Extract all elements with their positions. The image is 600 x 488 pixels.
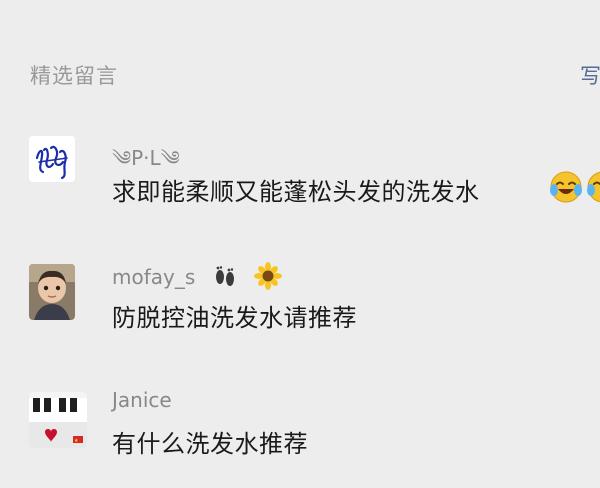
avatar[interactable]: ★ (29, 392, 87, 448)
comment-item: ༄P·L༄ 求即能柔顺又能蓬松头发的洗发水 (0, 130, 600, 220)
comments-header: 精选留言 写 (0, 0, 600, 150)
comment-nickname: Janice (112, 388, 172, 412)
comment-text: 求即能柔顺又能蓬松头发的洗发水 (112, 178, 480, 206)
child-photo-avatar-image (29, 264, 75, 320)
laughing-crying-face-icon (586, 170, 600, 208)
section-title: 精选留言 (30, 64, 118, 88)
comment-content: 有什么洗发水推荐 (112, 430, 308, 458)
write-comment-link[interactable]: 写 (580, 60, 600, 90)
piano-heart-avatar-image: ★ (29, 392, 87, 448)
comment-item: ★ Janice 有什么洗发水推荐 (0, 386, 600, 476)
comment-content: 求即能柔顺又能蓬松头发的洗发水 (112, 172, 480, 207)
comment-nickname: mofay_s (112, 262, 282, 295)
comment-content: 防脱控油洗发水请推荐 (112, 304, 357, 332)
laughing-crying-face-icon (549, 170, 583, 208)
avatar[interactable] (29, 264, 75, 320)
signature-avatar-image (29, 136, 75, 182)
sunflower-icon (254, 262, 282, 295)
svg-text:★: ★ (74, 438, 79, 444)
nickname-text: mofay_s (112, 265, 196, 289)
comment-item: mofay_s 防脱控油洗发水请推荐 (0, 258, 600, 348)
footprints-icon (212, 263, 238, 294)
avatar[interactable] (29, 136, 75, 182)
